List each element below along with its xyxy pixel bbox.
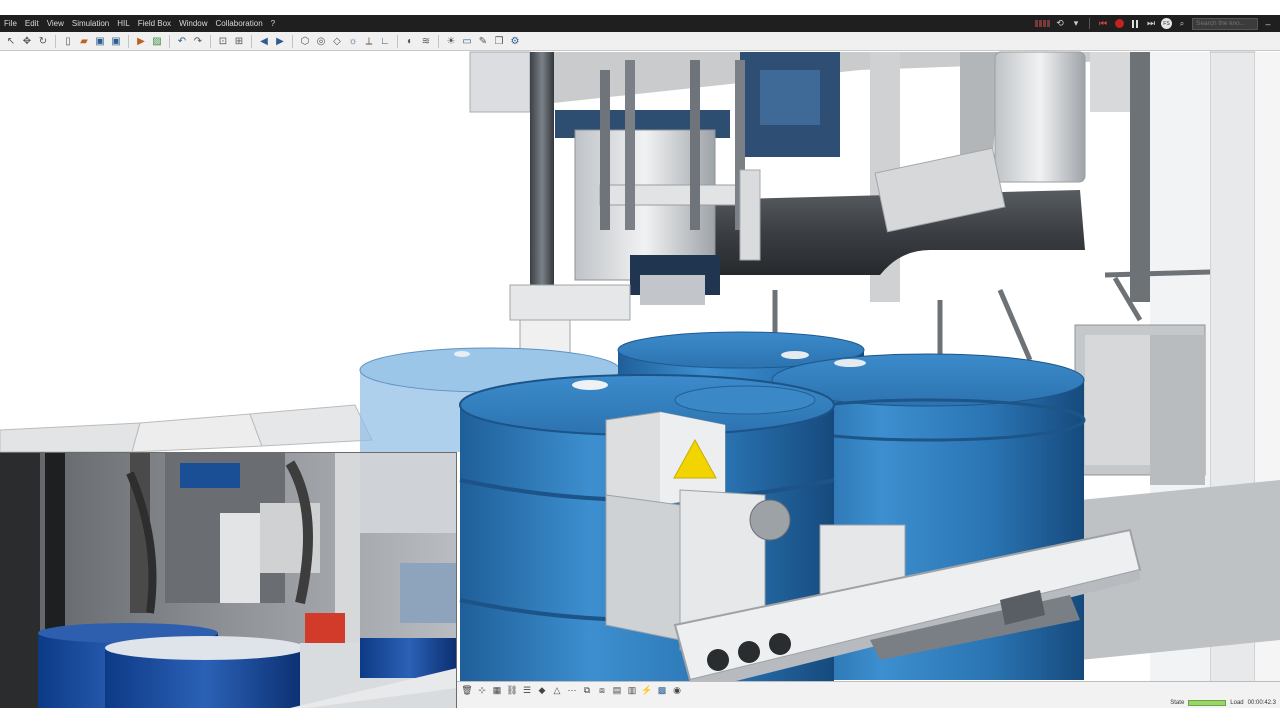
search-input[interactable] [1192,17,1258,30]
delete-icon[interactable]: 🗑 [461,684,473,696]
pyramid-icon[interactable]: △ [551,684,563,696]
3d-viewport[interactable] [0,51,1280,720]
menu-edit[interactable]: Edit [21,19,43,28]
copy-icon[interactable]: ⧈ [596,684,608,696]
state-label: State [1170,700,1185,706]
save-icon[interactable]: ▣ [93,34,107,48]
grid-icon[interactable]: ▭ [460,34,474,48]
simulation-controls: ⟲ ▾ ⏮ ⏭ FS ⌕ – [1035,15,1280,32]
menu-file[interactable]: File [0,19,21,28]
undo-icon[interactable]: ↶ [175,34,189,48]
redo-icon[interactable]: ↷ [191,34,205,48]
stack-icon[interactable]: ▥ [626,684,638,696]
signal-icon[interactable]: ⚡ [641,684,653,696]
rewind-icon[interactable]: ⟲ [1054,18,1066,30]
main-toolbar: ↖ ✥ ↻ ▯ ▰ ▣ ▣ ▶ ▨ ↶ ↷ ⊡ ⊞ ◀ ▶ ⬡ ◎ ◇ ☼ ⟂ … [0,32,1280,51]
real-machine-photo [0,453,456,708]
menu-help[interactable]: ? [267,19,279,28]
group-icon[interactable]: ⧉ [581,684,593,696]
render-mode-icon[interactable]: ◐ [403,34,417,48]
connect-icon[interactable]: ⋯ [566,684,578,696]
application-window: File Edit View Simulation HIL Field Box … [0,0,1280,720]
record-indicator-icon [1035,20,1050,27]
menu-hil[interactable]: HIL [113,19,133,28]
shading-icon[interactable]: ≋ [419,34,433,48]
menu-collaboration[interactable]: Collaboration [212,19,267,28]
snap-icon[interactable]: ⊹ [476,684,488,696]
grid-view-icon[interactable]: ▩ [656,684,668,696]
layers-icon[interactable]: ❐ [492,34,506,48]
status-bar: State Load 00:00:42.3 [457,698,1280,708]
film-icon[interactable]: ◉ [671,684,683,696]
control-box [1074,324,1206,485]
menu-field-box[interactable]: Field Box [134,19,175,28]
link-icon[interactable]: ⛓ [506,684,518,696]
dropdown-icon[interactable]: ▾ [1070,18,1082,30]
cube-view-icon[interactable]: ⬡ [298,34,312,48]
axis-icon[interactable]: ∟ [378,34,392,48]
conveyor-rollers [0,404,373,458]
rotate-icon[interactable]: ↻ [36,34,50,48]
back-icon[interactable]: ◀ [257,34,271,48]
simulation-time: 00:00:42.3 [1247,700,1276,706]
simulation-icon[interactable]: ▶ [134,34,148,48]
collision-icon[interactable]: ✎ [476,34,490,48]
state-indicator [1188,700,1227,706]
camera-inset-photo [0,452,457,708]
zoom-region-icon[interactable]: ⊞ [232,34,246,48]
measure-icon[interactable]: ⟂ [362,34,376,48]
load-label: Load [1230,700,1244,706]
list-icon[interactable]: ☰ [521,684,533,696]
new-file-icon[interactable]: ▯ [61,34,75,48]
options-icon[interactable]: ⚙ [508,34,522,48]
move-icon[interactable]: ✥ [20,34,34,48]
table-icon[interactable]: ▦ [491,684,503,696]
menu-bar: File Edit View Simulation HIL Field Box … [0,15,1280,32]
record-icon[interactable] [1113,18,1125,30]
stop-icon[interactable]: ⏮ [1097,18,1109,30]
view-toolbar: 🗑 ⊹ ▦ ⛓ ☰ ◆ △ ⋯ ⧉ ⧈ ▤ ▥ ⚡ ▩ ◉ [457,681,1280,698]
camera-icon[interactable]: ◎ [314,34,328,48]
picture-icon[interactable]: ▨ [150,34,164,48]
shape-icon[interactable]: ◆ [536,684,548,696]
menu-window[interactable]: Window [175,19,211,28]
projection-icon[interactable]: ◇ [330,34,344,48]
save-as-icon[interactable]: ▣ [109,34,123,48]
zoom-fit-icon[interactable]: ⊡ [216,34,230,48]
search-icon: ⌕ [1179,18,1185,28]
pause-icon[interactable] [1129,18,1141,30]
forward-icon[interactable]: ▶ [273,34,287,48]
open-folder-icon[interactable]: ▰ [77,34,91,48]
select-arrow-icon[interactable]: ↖ [4,34,18,48]
user-avatar[interactable]: FS [1161,18,1172,29]
top-margin [0,0,1280,15]
light-icon[interactable]: ☼ [346,34,360,48]
document-icon[interactable]: ▤ [611,684,623,696]
menu-view[interactable]: View [43,19,68,28]
bottom-margin [0,708,1280,720]
menu-simulation[interactable]: Simulation [68,19,113,28]
visibility-icon[interactable]: ☀ [444,34,458,48]
minimize-icon[interactable]: – [1262,18,1274,30]
step-forward-icon[interactable]: ⏭ [1145,18,1157,30]
